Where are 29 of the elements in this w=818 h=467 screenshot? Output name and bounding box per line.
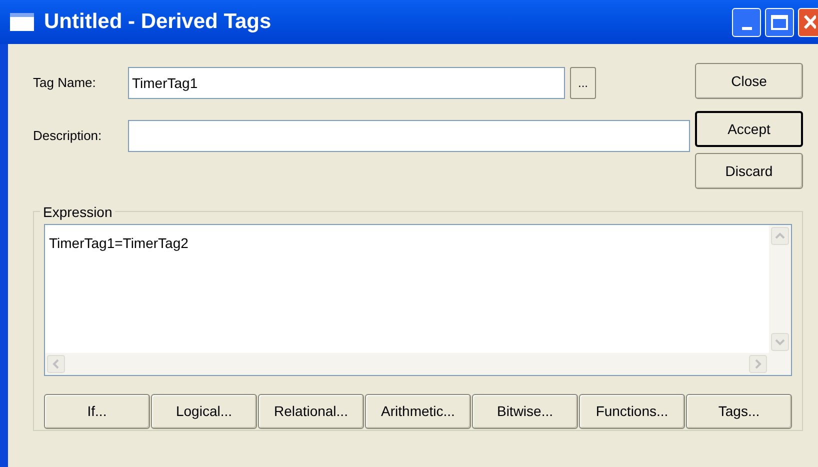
minimize-button[interactable] (732, 8, 761, 36)
scroll-down-icon[interactable] (771, 333, 789, 351)
minimize-icon (742, 26, 752, 30)
operator-button[interactable]: Bitwise... (472, 394, 578, 429)
operator-button[interactable]: Arithmetic... (365, 394, 471, 429)
window-title: Untitled - Derived Tags (44, 9, 272, 36)
scroll-left-icon[interactable] (47, 355, 65, 373)
dialog-button[interactable]: Accept (695, 111, 803, 147)
maximize-icon (771, 14, 788, 30)
operator-button[interactable]: If... (44, 394, 150, 429)
close-window-button[interactable] (798, 8, 818, 36)
operator-button[interactable]: Tags... (686, 394, 792, 429)
browse-button[interactable]: ... (570, 67, 596, 99)
close-icon (804, 14, 816, 30)
scroll-up-icon[interactable] (771, 227, 789, 245)
maximize-button[interactable] (765, 8, 794, 36)
scroll-right-icon[interactable] (749, 355, 767, 373)
dialog-button[interactable]: Discard (695, 153, 803, 189)
tag-name-label: Tag Name: (33, 74, 97, 92)
operator-button[interactable]: Functions... (579, 394, 685, 429)
expression-editor[interactable]: TimerTag1=TimerTag2 (44, 224, 792, 376)
description-label: Description: (33, 127, 103, 146)
description-field[interactable] (128, 120, 690, 152)
window-icon (10, 13, 34, 31)
dialog-button[interactable]: Close (695, 63, 803, 99)
operator-button[interactable]: Relational... (258, 394, 364, 429)
expression-text: TimerTag1=TimerTag2 (48, 234, 190, 253)
operator-button[interactable]: Logical... (151, 394, 257, 429)
tag-name-field[interactable]: TimerTag1 (128, 67, 565, 99)
